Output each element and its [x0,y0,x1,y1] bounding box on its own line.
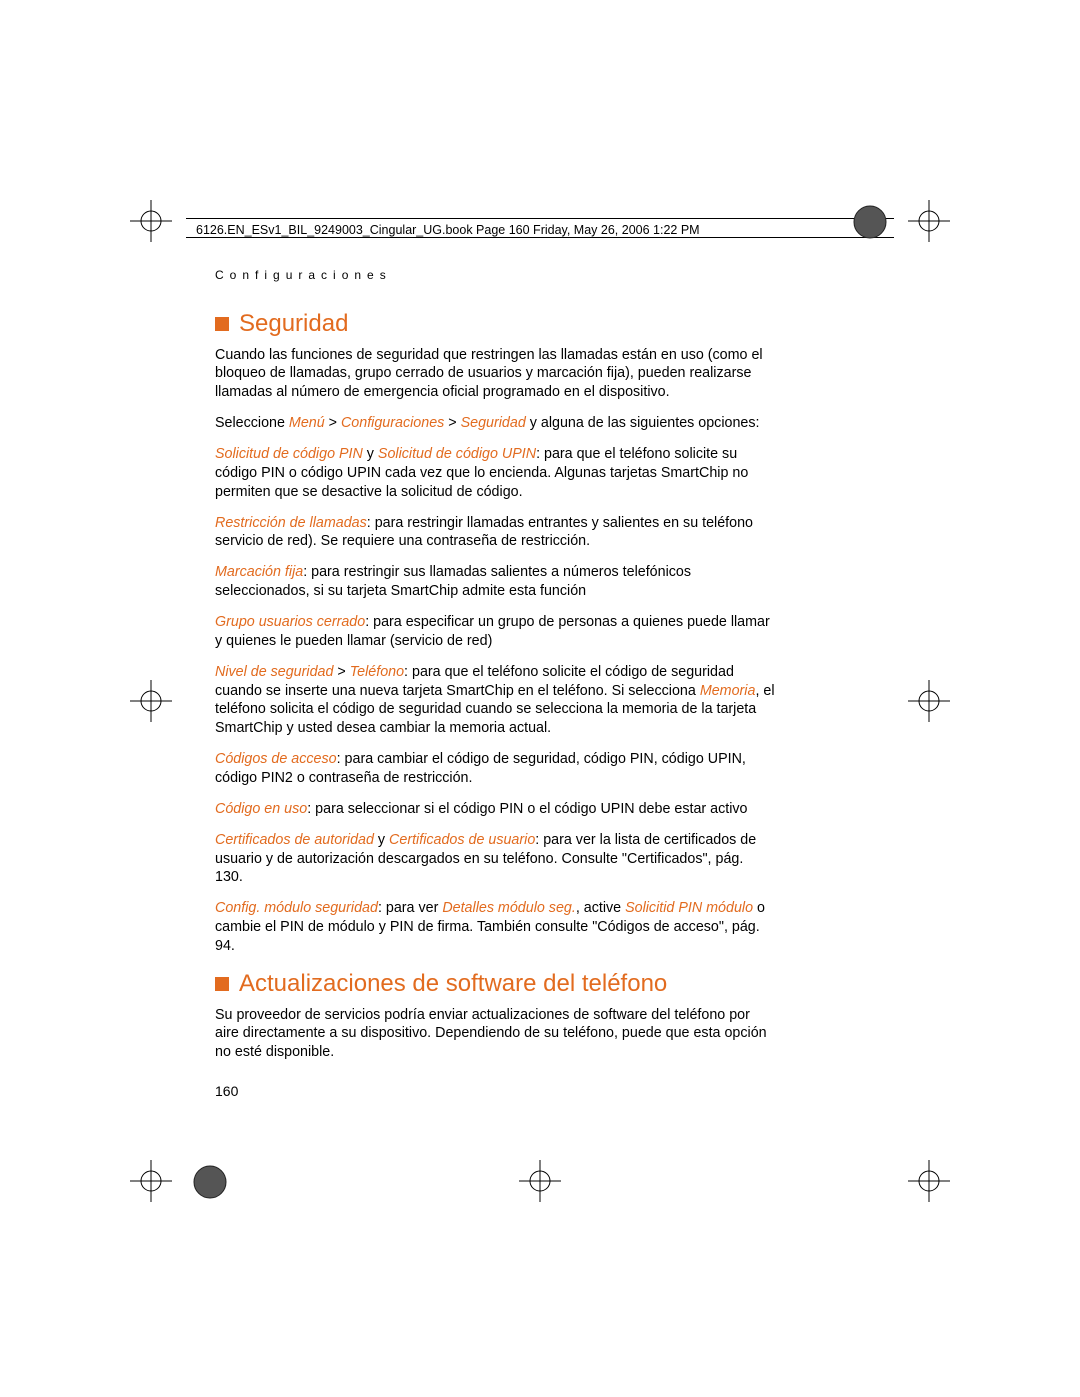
heading-actualizaciones: Actualizaciones de software del teléfono [215,968,775,1000]
heading-text: Seguridad [239,308,348,340]
text: , active [576,900,625,916]
page: 6126.EN_ESv1_BIL_9249003_Cingular_UG.boo… [0,0,1080,1397]
paragraph-pin: Solicitud de código PIN y Solicitud de c… [215,445,775,502]
crop-mark-icon [130,1160,172,1202]
square-bullet-icon [215,977,229,991]
paragraph-config-modulo: Config. módulo seguridad: para ver Detal… [215,899,775,956]
crop-mark-icon [908,200,950,242]
paragraph-intro: Cuando las funciones de seguridad que re… [215,346,775,403]
content-area: Configuraciones Seguridad Cuando las fun… [215,268,775,1101]
option-label: Marcación fija [215,564,303,580]
text: : para seleccionar si el código PIN o el… [307,801,747,817]
option-label: Restricción de llamadas [215,515,367,531]
text: > [325,415,341,431]
paragraph-certificados: Certificados de autoridad y Certificados… [215,831,775,888]
crop-mark-icon [130,200,172,242]
crop-mark-icon [908,1160,950,1202]
option-label: Memoria [700,683,756,699]
header-text: 6126.EN_ESv1_BIL_9249003_Cingular_UG.boo… [196,223,700,237]
text: y [363,446,378,462]
option-label: Certificados de autoridad [215,832,374,848]
crop-mark-icon [130,680,172,722]
option-label: Solicitud de código UPIN [378,446,536,462]
option-label: Teléfono [350,664,404,680]
menu-path: Menú [289,415,325,431]
page-number: 160 [215,1082,775,1100]
paragraph-select: Seleccione Menú > Configuraciones > Segu… [215,414,775,433]
paragraph-codigos: Códigos de acceso: para cambiar el códig… [215,750,775,788]
paragraph-nivel: Nivel de seguridad > Teléfono: para que … [215,663,775,738]
crop-mark-icon [908,680,950,722]
heading-seguridad: Seguridad [215,308,775,340]
text: y [374,832,389,848]
text: > [333,664,349,680]
menu-path: Seguridad [461,415,526,431]
text: y alguna de las siguientes opciones: [526,415,760,431]
option-label: Nivel de seguridad [215,664,333,680]
menu-path: Configuraciones [341,415,444,431]
option-label: Solicitid PIN módulo [625,900,753,916]
paragraph-grupo: Grupo usuarios cerrado: para especificar… [215,613,775,651]
text: > [444,415,460,431]
paragraph-codigo-uso: Código en uso: para seleccionar si el có… [215,800,775,819]
framemaker-header: 6126.EN_ESv1_BIL_9249003_Cingular_UG.boo… [186,218,894,238]
option-label: Códigos de acceso [215,751,337,767]
text: : para ver [378,900,442,916]
option-label: Certificados de usuario [389,832,535,848]
paragraph-restriccion: Restricción de llamadas: para restringir… [215,514,775,552]
option-label: Grupo usuarios cerrado [215,614,365,630]
heading-text: Actualizaciones de software del teléfono [239,968,667,1000]
register-mark-icon [852,204,888,245]
square-bullet-icon [215,317,229,331]
option-label: Código en uso [215,801,307,817]
option-label: Solicitud de código PIN [215,446,363,462]
section-label: Configuraciones [215,268,775,284]
option-label: Config. módulo seguridad [215,900,378,916]
register-mark-icon [192,1164,228,1205]
paragraph-marcacion: Marcación fija: para restringir sus llam… [215,563,775,601]
text: Seleccione [215,415,289,431]
option-label: Detalles módulo seg. [442,900,576,916]
paragraph-actualizaciones: Su proveedor de servicios podría enviar … [215,1006,775,1063]
crop-mark-icon [519,1160,561,1202]
